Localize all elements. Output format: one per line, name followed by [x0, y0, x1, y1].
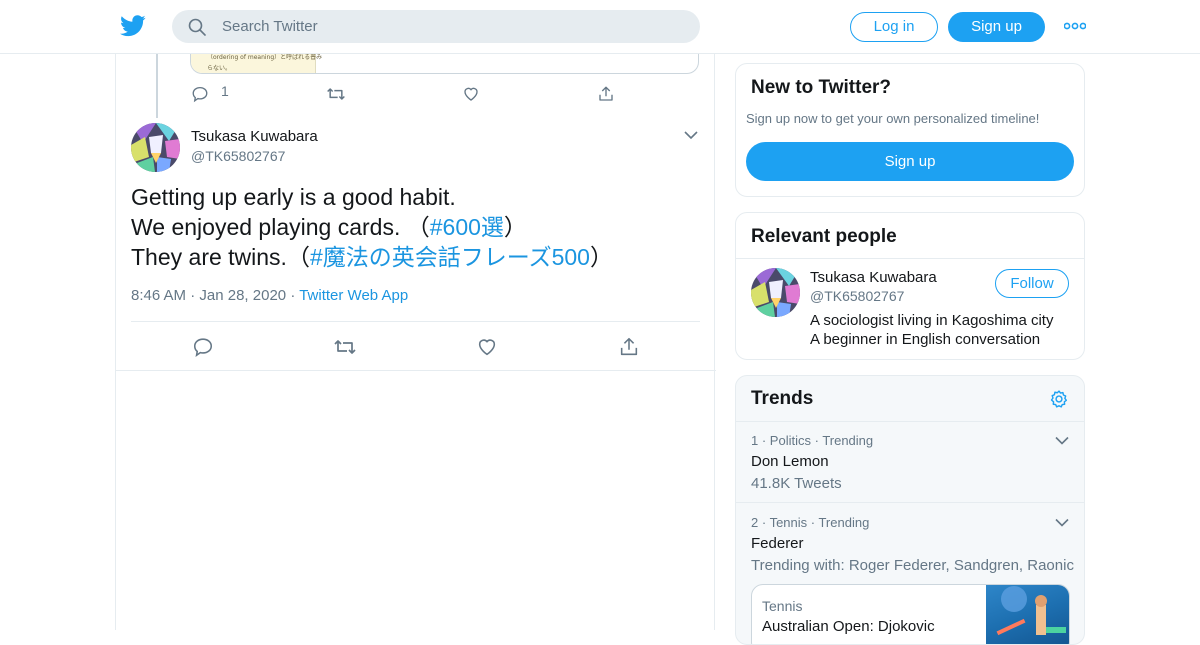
- bio-line: A beginner in English conversation: [810, 331, 1041, 348]
- new-to-twitter-card: New to Twitter? Sign up now to get your …: [735, 63, 1085, 197]
- trend-detail: 41.8K Tweets: [751, 475, 842, 492]
- trend-category: Tennis: [769, 515, 808, 530]
- tweet-text-segment: Getting up early is a good habit.: [131, 184, 456, 210]
- hashtag-link[interactable]: #魔法の英会話フレーズ500: [310, 244, 590, 270]
- card-subtitle: Sign up now to get your own personalized…: [746, 111, 1040, 126]
- trend-context: 2 · Tennis · Trending: [751, 515, 870, 530]
- divider: [131, 321, 700, 322]
- heart-icon: [478, 339, 496, 356]
- tweet-text-segment: ）: [503, 214, 527, 240]
- avatar-image: [131, 123, 180, 172]
- reply-icon: [193, 338, 213, 357]
- tweet-text-line: They are twins.（#魔法の英会話フレーズ500）: [131, 242, 613, 272]
- search-icon: [188, 18, 206, 36]
- trend-name: Don Lemon: [751, 453, 829, 470]
- divider: [116, 370, 716, 371]
- trend-status: Trending: [822, 433, 874, 448]
- thread-connector-line: [156, 54, 158, 118]
- card-title: Trends: [751, 388, 814, 409]
- main-timeline-column: （ordering of meaning）と呼ばれる普み らない。 1 Tsuk…: [115, 44, 716, 630]
- divider: [736, 258, 1084, 259]
- tweet-date[interactable]: Jan 28, 2020: [199, 287, 286, 304]
- like-button[interactable]: [476, 336, 498, 358]
- follow-button[interactable]: Follow: [995, 269, 1069, 298]
- news-card[interactable]: Tennis Australian Open: Djokovic: [751, 584, 1070, 644]
- news-headline: Australian Open: Djokovic: [762, 618, 935, 635]
- divider: [736, 502, 1084, 503]
- hashtag-link[interactable]: #600選: [430, 214, 504, 240]
- retweet-button[interactable]: [333, 336, 357, 358]
- avatar-image: [751, 268, 800, 317]
- trend-name: Federer: [751, 535, 804, 552]
- relevant-people-card: Relevant people Tsukasa Kuwabara @TK6580…: [735, 212, 1085, 360]
- tweet-text-segment: They are twins.（: [131, 244, 310, 270]
- twitter-bird-logo-icon[interactable]: [120, 14, 146, 38]
- person-handle[interactable]: @TK65802767: [810, 288, 904, 304]
- bio-line: A sociologist living in Kagoshima city: [810, 312, 1054, 329]
- chevron-down-icon[interactable]: [684, 130, 698, 140]
- person-display-name[interactable]: Tsukasa Kuwabara: [810, 269, 937, 286]
- trend-status: Trending: [818, 515, 870, 530]
- tweet-text-line: We enjoyed playing cards. （#600選）: [131, 212, 613, 242]
- trend-rank: 2: [751, 515, 759, 530]
- more-options-icon[interactable]: [1064, 18, 1086, 34]
- sidebar-signup-button[interactable]: Sign up: [746, 142, 1074, 181]
- reply-icon: [192, 86, 208, 103]
- media-text-line: らない。: [207, 65, 232, 72]
- top-navigation-bar: Log in Sign up: [0, 0, 1200, 54]
- gear-icon[interactable]: [1049, 389, 1069, 409]
- tweet-text-line: Getting up early is a good habit.: [131, 182, 613, 212]
- retweet-icon: [334, 340, 356, 354]
- news-category: Tennis: [762, 598, 803, 614]
- trend-detail: Trending with: Roger Federer, Sandgren, …: [751, 557, 1074, 574]
- card-title: New to Twitter?: [751, 77, 892, 98]
- trend-item[interactable]: 1 · Politics · Trending Don Lemon 41.8K …: [751, 433, 1071, 492]
- trend-category: Politics: [769, 433, 811, 448]
- retweet-icon: [327, 88, 345, 100]
- tennis-photo-image: [996, 586, 1066, 636]
- tweet-time[interactable]: 8:46 AM: [131, 287, 186, 304]
- author-display-name[interactable]: Tsukasa Kuwabara: [191, 128, 318, 145]
- share-button[interactable]: [597, 85, 615, 103]
- like-button[interactable]: [462, 85, 480, 103]
- tweet-metadata: 8:46 AM · Jan 28, 2020 · Twitter Web App: [131, 287, 409, 304]
- retweet-button[interactable]: [326, 85, 346, 103]
- trends-card: Trends 1 · Politics · Trending Don Lemon…: [735, 375, 1085, 645]
- reply-button[interactable]: [192, 336, 214, 358]
- news-thumbnail: [986, 585, 1069, 644]
- person-bio: A sociologist living in Kagoshima city A…: [810, 311, 1053, 349]
- reply-count: 1: [221, 83, 229, 99]
- login-button[interactable]: Log in: [850, 12, 938, 42]
- share-icon: [599, 86, 613, 101]
- card-title: Relevant people: [751, 226, 897, 247]
- avatar[interactable]: [751, 268, 800, 317]
- tweet-text: Getting up early is a good habit. We enj…: [131, 182, 613, 272]
- search-box[interactable]: [172, 10, 700, 43]
- share-button[interactable]: [618, 336, 640, 358]
- tweet-text-segment: ）: [589, 244, 613, 270]
- share-icon: [620, 337, 638, 356]
- search-input[interactable]: [222, 10, 682, 43]
- chevron-down-icon[interactable]: [1055, 518, 1069, 527]
- trend-context: 1 · Politics · Trending: [751, 433, 874, 448]
- signup-button[interactable]: Sign up: [948, 12, 1045, 42]
- reply-button[interactable]: 1: [191, 83, 229, 103]
- tweet-source-link[interactable]: Twitter Web App: [299, 287, 408, 304]
- trend-rank: 1: [751, 433, 759, 448]
- chevron-down-icon[interactable]: [1055, 436, 1069, 445]
- heart-icon: [464, 87, 478, 101]
- author-handle[interactable]: @TK65802767: [191, 148, 285, 164]
- trend-item[interactable]: 2 · Tennis · Trending Federer Trending w…: [751, 515, 1074, 574]
- tweet-text-segment: We enjoyed playing cards. （: [131, 214, 430, 240]
- divider: [736, 421, 1084, 422]
- avatar[interactable]: [131, 123, 180, 172]
